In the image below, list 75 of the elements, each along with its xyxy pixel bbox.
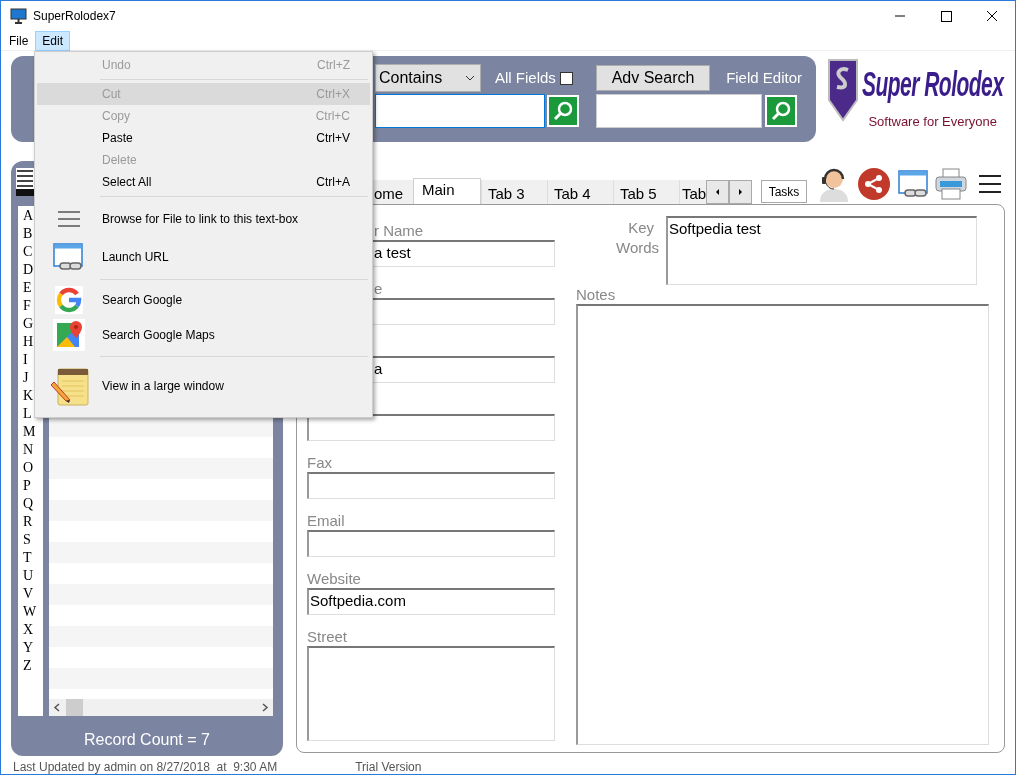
field-label: Street — [307, 627, 349, 646]
menu-item[interactable]: Edit — [35, 30, 71, 51]
field-label: Notes — [576, 286, 617, 304]
search-icon — [770, 100, 792, 122]
lines-icon — [56, 210, 81, 228]
shield-icon — [826, 56, 860, 124]
alphabet-letter[interactable]: N — [18, 441, 43, 459]
menu-icon[interactable] — [978, 174, 1002, 194]
alphabet-letter[interactable]: S — [18, 531, 43, 549]
alphabet-letter[interactable]: M — [18, 423, 43, 441]
search-button[interactable] — [765, 95, 797, 127]
menu-item[interactable]: Paste Ctrl+V — [37, 127, 370, 149]
tab[interactable]: ome — [371, 180, 413, 204]
all-fields-checkbox[interactable] — [559, 71, 573, 85]
tasks-button[interactable]: Tasks — [761, 180, 807, 203]
search-field[interactable] — [375, 94, 545, 128]
tab-scroll-button[interactable] — [706, 180, 729, 204]
window-link-icon — [52, 243, 85, 271]
field-label: e — [373, 279, 384, 298]
text-area[interactable] — [307, 646, 555, 741]
menu-item[interactable]: File — [2, 30, 36, 51]
key-words-label: Key Words — [615, 218, 661, 258]
record-count: Record Count = 7 — [83, 730, 211, 750]
field-editor-label: Field Editor — [726, 67, 802, 88]
alphabet-letter[interactable]: U — [18, 567, 43, 585]
tab[interactable]: Main — [413, 178, 481, 204]
text-field[interactable]: Softpedia.com — [307, 588, 555, 615]
logo-text: Super Rolodex — [862, 62, 1004, 105]
adv-search-button[interactable]: Adv Search — [596, 65, 710, 91]
tab[interactable]: Tab 5 — [613, 180, 679, 204]
alphabet-letter[interactable]: Q — [18, 495, 43, 513]
menu-item[interactable]: Search Google Maps — [37, 317, 370, 353]
last-updated-text: Last Updated by admin on 8/27/2018 at 9:30 AM — [13, 758, 278, 774]
tab[interactable]: Tab 4 — [547, 180, 613, 204]
grid-icon[interactable] — [16, 168, 34, 196]
all-fields-label: All Fields — [495, 67, 556, 88]
field-label: r Name — [373, 221, 425, 240]
tab[interactable]: Tab — [679, 180, 706, 204]
search-icon — [552, 100, 574, 122]
window-link-icon[interactable] — [898, 170, 930, 198]
tab-scroll-right-icon — [736, 186, 745, 198]
alphabet-letter[interactable]: O — [18, 459, 43, 477]
trial-version-text: Trial Version — [355, 758, 422, 774]
map-pin-icon — [52, 319, 85, 351]
chevron-down-icon — [465, 75, 475, 81]
alphabet-letter[interactable]: Y — [18, 639, 43, 657]
multicolor-ring-icon — [54, 286, 83, 314]
alphabet-letter[interactable]: X — [18, 621, 43, 639]
field-label: Email — [307, 511, 346, 530]
menu-item[interactable]: Browse for File to link to this text-box — [37, 200, 370, 238]
logo-tagline: Software for Everyone — [868, 112, 997, 131]
scroll-thumb[interactable] — [66, 699, 83, 716]
tab-scroll-button[interactable] — [729, 180, 752, 204]
field-label: Fax — [307, 453, 333, 472]
scrollbar[interactable] — [49, 699, 273, 716]
search-field[interactable] — [596, 94, 762, 128]
tab[interactable]: Tab 3 — [481, 180, 547, 204]
alphabet-letter[interactable]: W — [18, 603, 43, 621]
alphabet-letter[interactable]: Z — [18, 657, 43, 675]
text-area[interactable]: Softpedia test — [666, 216, 977, 285]
text-field[interactable] — [307, 530, 555, 557]
menu-item[interactable]: Select All Ctrl+A — [37, 171, 370, 193]
search-button[interactable] — [547, 95, 579, 127]
alphabet-letter[interactable]: P — [18, 477, 43, 495]
match-mode-dropdown[interactable]: Contains — [375, 64, 481, 92]
alphabet-letter[interactable]: V — [18, 585, 43, 603]
printer-icon[interactable] — [934, 168, 968, 200]
monitor-icon — [10, 8, 27, 24]
alphabet-letter[interactable]: R — [18, 513, 43, 531]
field-label: Website — [307, 569, 362, 588]
share-icon[interactable] — [857, 167, 891, 201]
alphabet-letter[interactable]: T — [18, 549, 43, 567]
window-title: SuperRolodex7 — [33, 8, 116, 25]
menu-item[interactable]: Search Google — [37, 283, 370, 317]
text-field[interactable] — [307, 472, 555, 499]
